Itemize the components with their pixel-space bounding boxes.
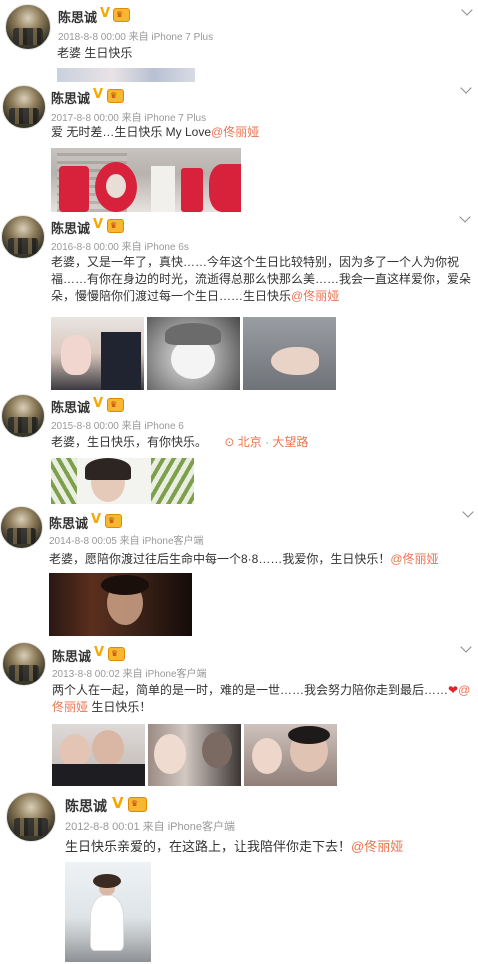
vip-crown-icon: ♛ [113, 8, 130, 22]
author-name[interactable]: 陈思诚 [58, 7, 97, 26]
mention-link[interactable]: @佟丽娅 [351, 839, 403, 854]
post-text: 爱 无时差…生日快乐 My Love@佟丽娅 [51, 124, 259, 141]
chevron-down-icon[interactable] [461, 4, 473, 16]
post-meta[interactable]: 2015-8-8 00:00 来自 iPhone 6 [51, 417, 184, 432]
post-text: 老婆 生日快乐 [57, 45, 132, 62]
post-text-line: 老婆，又是一年了，真快……今年这个生日比较特别，因为多了一个人为你祝 [51, 255, 460, 269]
post-text: 老婆，愿陪你渡过往后生命中每一个8·8……我爱你，生日快乐！@佟丽娅 [49, 551, 439, 568]
chevron-down-icon[interactable] [460, 82, 472, 94]
verified-badge-icon: V [91, 512, 102, 527]
post-meta[interactable]: 2012-8-8 00:01 来自 iPhone客户端 [65, 818, 235, 834]
post-text-content: 老婆，愿陪你渡过往后生命中每一个8·8……我爱你，生日快乐！ [49, 552, 391, 566]
post-text-line: 福……有你在身边的时光，流逝得总那么快那么美……我会一直这样爱你，爱朵 [51, 272, 472, 286]
avatar[interactable] [6, 792, 56, 842]
vip-crown-icon: ♛ [107, 219, 124, 233]
heart-icon: ❤ [448, 683, 459, 697]
post-meta[interactable]: 2017-8-8 00:00 来自 iPhone 7 Plus [51, 109, 206, 124]
post-text-line: 两个人在一起，简单的是一时，难的是一世……我会努力陪你走到最后……❤@ [52, 682, 472, 699]
post-text-line: 佟丽娅 生日快乐！ [52, 699, 472, 716]
vip-crown-icon: ♛ [108, 647, 125, 661]
mention-link[interactable]: @ [458, 683, 470, 697]
author-name[interactable]: 陈思诚 [51, 88, 90, 107]
avatar[interactable] [5, 4, 51, 50]
avatar[interactable] [0, 506, 43, 549]
post-text-content: 两个人在一起，简单的是一时，难的是一世……我会努力陪你走到最后…… [52, 683, 449, 697]
vip-crown-icon: ♛ [128, 797, 147, 812]
weibo-post-2016: 陈思诚 V ♛ 2016-8-8 00:00 来自 iPhone 6s 老婆，又… [0, 211, 478, 392]
post-text: 老婆，又是一年了，真快……今年这个生日比较特别，因为多了一个人为你祝 福……有你… [51, 254, 471, 305]
post-image[interactable] [243, 317, 336, 390]
weibo-post-2014: 陈思诚 V ♛ 2014-8-8 00:05 来自 iPhone客户端 老婆，愿… [0, 505, 478, 640]
avatar[interactable] [2, 642, 46, 686]
author-name[interactable]: 陈思诚 [65, 796, 107, 816]
vip-crown-icon: ♛ [105, 514, 122, 528]
post-image[interactable] [147, 317, 240, 390]
avatar[interactable] [1, 215, 45, 259]
verified-badge-icon: V [93, 87, 104, 102]
verified-badge-icon: V [112, 794, 124, 812]
weibo-post-2013: 陈思诚 V ♛ 2013-8-8 00:02 来自 iPhone客户端 两个人在… [0, 640, 478, 790]
post-text-content: 朵，慢慢陪你们渡过每一个生日……生日快乐 [51, 289, 292, 303]
mention-link[interactable]: @佟丽娅 [291, 289, 339, 303]
vip-crown-icon: ♛ [107, 89, 124, 103]
chevron-down-icon[interactable] [460, 641, 472, 653]
post-meta[interactable]: 2016-8-8 00:00 来自 iPhone 6s [51, 238, 189, 253]
post-meta[interactable]: 2014-8-8 00:05 来自 iPhone客户端 [49, 532, 204, 547]
post-image[interactable] [57, 68, 195, 82]
author-name[interactable]: 陈思诚 [49, 513, 88, 532]
chevron-down-icon[interactable] [459, 211, 471, 223]
weibo-post-2012: 陈思诚 V ♛ 2012-8-8 00:01 来自 iPhone客户端 生日快乐… [0, 790, 478, 964]
post-text-content: 老婆 生日快乐 [57, 46, 133, 60]
verified-badge-icon: V [93, 217, 104, 232]
weibo-post-2017: 陈思诚 V ♛ 2017-8-8 00:00 来自 iPhone 7 Plus … [0, 82, 478, 212]
post-text-line: 朵，慢慢陪你们渡过每一个生日……生日快乐@佟丽娅 [51, 288, 471, 305]
chevron-down-icon[interactable] [462, 506, 474, 518]
weibo-post-2015: 陈思诚 V ♛ 2015-8-8 00:00 来自 iPhone 6 老婆，生日… [0, 392, 478, 505]
post-text-content: 生日快乐！ [88, 700, 152, 714]
post-text: 老婆，生日快乐，有你快乐。 ⊙ 北京 · 大望路 [51, 434, 471, 451]
verified-badge-icon: V [94, 645, 105, 660]
post-text-content: 老婆，生日快乐，有你快乐。 [51, 435, 208, 449]
post-text-content: 生日快乐亲爱的，在这路上，让我陪伴你走下去！ [65, 839, 352, 854]
post-image[interactable] [51, 148, 241, 212]
verified-badge-icon: V [93, 396, 104, 411]
post-text-content: 爱 无时差…生日快乐 My Love [51, 125, 212, 139]
post-image[interactable] [244, 724, 337, 786]
avatar[interactable] [2, 85, 46, 129]
vip-crown-icon: ♛ [107, 398, 124, 412]
post-text: 两个人在一起，简单的是一时，难的是一世……我会努力陪你走到最后……❤@ 佟丽娅 … [52, 682, 472, 716]
post-meta[interactable]: 2018-8-8 00:00 来自 iPhone 7 Plus [58, 28, 213, 43]
author-name[interactable]: 陈思诚 [52, 646, 91, 665]
post-image[interactable] [148, 724, 241, 786]
avatar[interactable] [1, 394, 45, 438]
post-image[interactable] [51, 317, 144, 390]
post-image[interactable] [52, 724, 145, 786]
post-meta[interactable]: 2013-8-8 00:02 来自 iPhone客户端 [52, 665, 207, 680]
post-image[interactable] [49, 573, 192, 636]
verified-badge-icon: V [100, 6, 111, 21]
mention-link[interactable]: @佟丽娅 [211, 125, 259, 139]
mention-link[interactable]: 佟丽娅 [52, 700, 88, 714]
weibo-post-2018: 陈思诚 V ♛ 2018-8-8 00:00 来自 iPhone 7 Plus … [0, 0, 478, 90]
post-image[interactable] [65, 862, 151, 962]
mention-link[interactable]: @佟丽娅 [390, 552, 438, 566]
author-name[interactable]: 陈思诚 [51, 397, 90, 416]
post-image[interactable] [51, 458, 194, 504]
location-link[interactable]: 北京 · 大望路 [238, 435, 309, 449]
post-text: 生日快乐亲爱的，在这路上，让我陪伴你走下去！@佟丽娅 [65, 838, 403, 855]
author-name[interactable]: 陈思诚 [51, 218, 90, 237]
location-pin-icon: ⊙ [224, 435, 235, 449]
